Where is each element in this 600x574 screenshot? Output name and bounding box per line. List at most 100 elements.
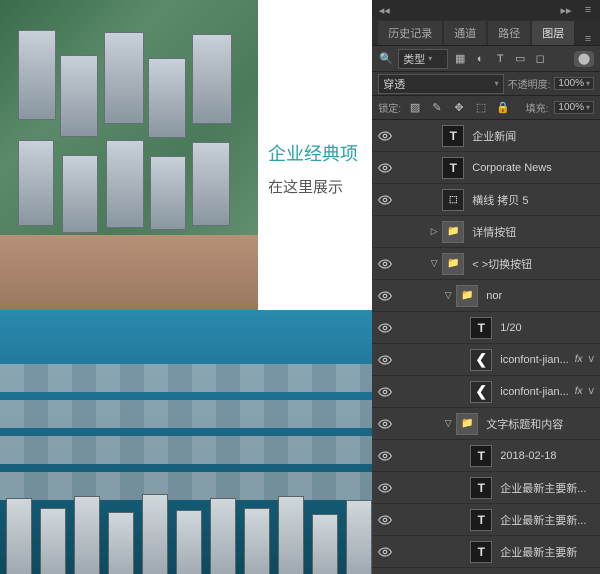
layer-row[interactable]: ⬚横线 拷贝 5 xyxy=(372,184,600,216)
layer-row[interactable]: ▷📁详情按钮 xyxy=(372,216,600,248)
tab-channels[interactable]: 通道 xyxy=(444,21,486,45)
filter-search-icon[interactable]: 🔍 xyxy=(378,51,394,67)
lock-row: 锁定: ▨ ✎ ✥ ⬚ 🔒 填充: 100% ▾ xyxy=(372,96,600,120)
tabs-menu-icon[interactable]: ≡ xyxy=(582,33,594,45)
disclosure-triangle-icon[interactable]: ▽ xyxy=(428,258,440,269)
visibility-eye-icon[interactable] xyxy=(376,479,394,497)
blend-mode-value: 穿透 xyxy=(383,76,405,92)
canvas-upper: 企业经典项 在这里展示 xyxy=(0,0,372,310)
visibility-eye-icon[interactable] xyxy=(376,287,394,305)
folder-icon: 📁 xyxy=(442,253,464,275)
layer-name[interactable]: 横线 拷贝 5 xyxy=(466,192,596,208)
canvas-text-block: 企业经典项 在这里展示 xyxy=(268,140,358,197)
layer-row[interactable]: T企业最新主要新... xyxy=(372,472,600,504)
visibility-eye-icon[interactable] xyxy=(376,415,394,433)
layer-name[interactable]: iconfont-jian... xyxy=(494,354,568,366)
layer-row[interactable]: T企业最新主要新... xyxy=(372,504,600,536)
visibility-eye-icon[interactable] xyxy=(376,255,394,273)
layer-row[interactable]: T2018-02-18 xyxy=(372,440,600,472)
visibility-eye-icon[interactable] xyxy=(376,511,394,529)
visibility-eye-icon[interactable] xyxy=(376,543,394,561)
layer-row[interactable]: ▽📁nor xyxy=(372,280,600,312)
lock-label: 锁定: xyxy=(378,100,401,115)
visibility-eye-icon[interactable] xyxy=(376,159,394,177)
panel-arrows-icon[interactable]: ▸▸ xyxy=(560,4,572,16)
layer-name[interactable]: 企业最新主要新... xyxy=(494,480,596,496)
lock-artboard-icon[interactable]: ⬚ xyxy=(473,100,489,116)
blend-row: 穿透 ▾ 不透明度: 100% ▾ xyxy=(372,72,600,96)
lock-all-icon[interactable]: 🔒 xyxy=(495,100,511,116)
filter-type-dropdown[interactable]: 类型 ▾ xyxy=(398,49,448,69)
layer-name[interactable]: Corporate News xyxy=(466,162,596,174)
folder-icon: 📁 xyxy=(456,413,478,435)
text-layer-thumb: T xyxy=(442,125,464,147)
text-layer-thumb: T xyxy=(470,317,492,339)
tab-layers[interactable]: 图层 xyxy=(532,21,574,45)
layer-row[interactable]: T企业新闻 xyxy=(372,120,600,152)
layer-name[interactable]: < >切换按钮 xyxy=(466,256,596,272)
visibility-eye-icon[interactable] xyxy=(376,383,394,401)
layer-name[interactable]: 企业最新主要新... xyxy=(494,512,596,528)
fx-disclosure-icon[interactable]: ᐯ xyxy=(589,355,596,364)
opacity-value: 100% xyxy=(558,78,584,89)
layer-name[interactable]: 详情按钮 xyxy=(466,224,596,240)
fx-disclosure-icon[interactable]: ᐯ xyxy=(589,387,596,396)
blend-mode-dropdown[interactable]: 穿透 ▾ xyxy=(378,74,503,94)
layer-row[interactable]: ❮iconfont-jian...fxᐯ xyxy=(372,376,600,408)
layer-name[interactable]: iconfont-jian... xyxy=(494,386,568,398)
layer-row[interactable]: ▽📁< >切换按钮 xyxy=(372,248,600,280)
disclosure-triangle-icon[interactable]: ▽ xyxy=(442,418,454,429)
layers-list[interactable]: T企业新闻TCorporate News⬚横线 拷贝 5▷📁详情按钮▽📁< >切… xyxy=(372,120,600,574)
visibility-eye-icon[interactable] xyxy=(376,127,394,145)
panel-top-controls: ◂◂ ▸▸ ≡ xyxy=(372,0,600,20)
chevron-down-icon: ▾ xyxy=(586,79,590,88)
layer-row[interactable]: ▽📁文字标题和内容 xyxy=(372,408,600,440)
folder-icon: 📁 xyxy=(442,221,464,243)
layer-name[interactable]: 文字标题和内容 xyxy=(480,416,596,432)
document-canvas[interactable]: 企业经典项 在这里展示 xyxy=(0,0,372,574)
disclosure-triangle-icon[interactable]: ▷ xyxy=(428,226,440,237)
filter-smart-icon[interactable]: ◻ xyxy=(532,51,548,67)
text-layer-thumb: T xyxy=(470,541,492,563)
text-layer-thumb: T xyxy=(442,157,464,179)
tab-paths[interactable]: 路径 xyxy=(488,21,530,45)
visibility-eye-icon[interactable] xyxy=(376,351,394,369)
tab-history[interactable]: 历史记录 xyxy=(378,21,442,45)
panel-menu-icon[interactable]: ≡ xyxy=(582,4,594,16)
layer-name[interactable]: 企业最新主要新 xyxy=(494,544,596,560)
panel-left-arrows-icon[interactable]: ◂◂ xyxy=(378,4,390,16)
visibility-eye-icon[interactable] xyxy=(376,191,394,209)
fx-badge[interactable]: fx xyxy=(571,354,587,365)
disclosure-triangle-icon[interactable]: ▽ xyxy=(442,290,454,301)
layer-row[interactable]: TCorporate News xyxy=(372,152,600,184)
layer-row[interactable]: T企业最新主要新 xyxy=(372,536,600,568)
panels-sidebar: ◂◂ ▸▸ ≡ 历史记录 通道 路径 图层 ≡ 🔍 类型 ▾ ▦ ◐ T ▭ ◻… xyxy=(372,0,600,574)
folder-icon: 📁 xyxy=(456,285,478,307)
filter-image-icon[interactable]: ▦ xyxy=(452,51,468,67)
fx-badge[interactable]: fx xyxy=(571,386,587,397)
layer-row[interactable]: ❮iconfont-jian...fxᐯ xyxy=(372,344,600,376)
panel-tabs: 历史记录 通道 路径 图层 ≡ xyxy=(372,20,600,46)
buildings-image-bottom xyxy=(0,310,372,574)
fill-value-stepper[interactable]: 100% ▾ xyxy=(554,101,594,114)
filter-shape-icon[interactable]: ▭ xyxy=(512,51,528,67)
layer-name[interactable]: nor xyxy=(480,290,596,302)
layer-name[interactable]: 企业新闻 xyxy=(466,128,596,144)
lock-brush-icon[interactable]: ✎ xyxy=(429,100,445,116)
filter-text-icon[interactable]: T xyxy=(492,51,508,67)
filter-toggle-icon[interactable]: ⬤ xyxy=(574,51,594,67)
layer-name[interactable]: 2018-02-18 xyxy=(494,450,596,462)
visibility-eye-icon[interactable] xyxy=(376,223,394,241)
filter-adjust-icon[interactable]: ◐ xyxy=(472,51,488,67)
chevron-down-icon: ▾ xyxy=(495,79,499,88)
layer-name[interactable]: 1/20 xyxy=(494,322,596,334)
layer-filter-row: 🔍 类型 ▾ ▦ ◐ T ▭ ◻ ⬤ xyxy=(372,46,600,72)
layer-row[interactable]: T1/20 xyxy=(372,312,600,344)
visibility-eye-icon[interactable] xyxy=(376,319,394,337)
opacity-label: 不透明度: xyxy=(508,76,551,91)
visibility-eye-icon[interactable] xyxy=(376,447,394,465)
image-layer-thumb: ❮ xyxy=(470,349,492,371)
opacity-value-stepper[interactable]: 100% ▾ xyxy=(554,77,594,90)
lock-position-icon[interactable]: ✥ xyxy=(451,100,467,116)
lock-pixels-icon[interactable]: ▨ xyxy=(407,100,423,116)
